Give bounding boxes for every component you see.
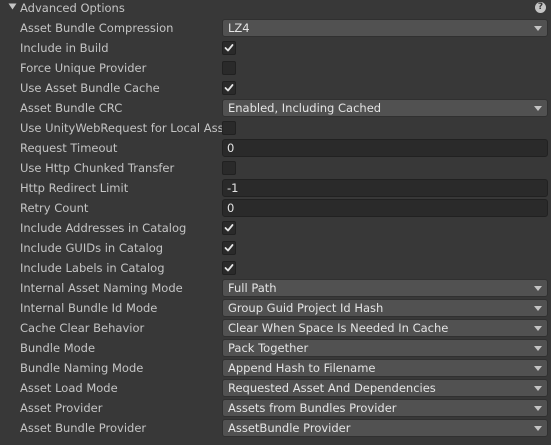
bundle-mode-dropdown[interactable]: Pack Together [222, 339, 548, 357]
setting-label: Bundle Naming Mode [20, 361, 144, 375]
section-title: Advanced Options [20, 1, 125, 15]
http-redirect-limit-field[interactable]: -1 [222, 179, 548, 197]
setting-row-bundle-mode: Bundle Mode Pack Together [0, 338, 551, 358]
setting-row-bundle-naming-mode: Bundle Naming Mode Append Hash to Filenam… [0, 358, 551, 378]
asset-bundle-crc-dropdown[interactable]: Enabled, Including Cached [222, 99, 548, 117]
setting-label: Include Addresses in Catalog [20, 221, 187, 235]
dropdown-value: Assets from Bundles Provider [228, 401, 397, 415]
chevron-down-icon [534, 406, 542, 411]
setting-row-force-unique-provider: Force Unique Provider [0, 58, 551, 78]
dropdown-value: Pack Together [228, 341, 309, 355]
setting-row-use-http-chunked-transfer: Use Http Chunked Transfer [0, 158, 551, 178]
advanced-options-foldout[interactable]: Advanced Options ? [0, 0, 551, 17]
dropdown-value: Append Hash to Filename [228, 361, 376, 375]
dropdown-value: LZ4 [228, 21, 250, 35]
dropdown-value: Enabled, Including Cached [228, 101, 382, 115]
setting-label: Include Labels in Catalog [20, 261, 165, 275]
setting-row-use-asset-bundle-cache: Use Asset Bundle Cache [0, 78, 551, 98]
checkmark-icon [224, 244, 234, 252]
chevron-down-icon [534, 306, 542, 311]
chevron-down-icon [534, 26, 542, 31]
setting-row-asset-bundle-crc: Asset Bundle CRC Enabled, Including Cache… [0, 98, 551, 118]
force-unique-provider-checkbox[interactable] [222, 61, 236, 75]
include-in-build-checkbox[interactable] [222, 41, 236, 55]
dropdown-value: Full Path [228, 281, 277, 295]
setting-label: Http Redirect Limit [20, 181, 129, 195]
setting-label: Internal Asset Naming Mode [20, 281, 183, 295]
setting-row-internal-asset-naming-mode: Internal Asset Naming Mode Full Path [0, 278, 551, 298]
setting-row-include-in-build: Include in Build [0, 38, 551, 58]
asset-bundle-provider-dropdown[interactable]: AssetBundle Provider [222, 419, 548, 437]
include-labels-in-catalog-checkbox[interactable] [222, 261, 236, 275]
internal-asset-naming-mode-dropdown[interactable]: Full Path [222, 279, 548, 297]
setting-row-asset-provider: Asset Provider Assets from Bundles Provid… [0, 398, 551, 418]
chevron-down-icon [534, 326, 542, 331]
setting-label: Asset Load Mode [20, 381, 118, 395]
setting-label: Internal Bundle Id Mode [20, 301, 158, 315]
asset-provider-dropdown[interactable]: Assets from Bundles Provider [222, 399, 548, 417]
setting-label: Asset Bundle Compression [20, 21, 174, 35]
dropdown-value: Group Guid Project Id Hash [228, 301, 384, 315]
dropdown-value: AssetBundle Provider [228, 421, 351, 435]
chevron-down-icon [534, 106, 542, 111]
bundle-naming-mode-dropdown[interactable]: Append Hash to Filename [222, 359, 548, 377]
setting-label: Asset Provider [20, 401, 103, 415]
field-value: 0 [227, 141, 235, 155]
setting-row-asset-bundle-compression: Asset Bundle Compression LZ4 [0, 18, 551, 38]
request-timeout-field[interactable]: 0 [222, 139, 548, 157]
setting-label: Request Timeout [20, 141, 118, 155]
setting-row-include-addresses-in-catalog: Include Addresses in Catalog [0, 218, 551, 238]
checkmark-icon [224, 264, 234, 272]
setting-label: Asset Bundle CRC [20, 101, 123, 115]
chevron-down-icon [534, 386, 542, 391]
setting-label: Cache Clear Behavior [20, 321, 145, 335]
field-value: -1 [227, 181, 239, 195]
setting-row-use-unitywebrequest-for-local-ass: Use UnityWebRequest for Local Ass [0, 118, 551, 138]
checkmark-icon [224, 84, 234, 92]
advanced-options-panel: Advanced Options ? Asset Bundle Compress… [0, 0, 551, 445]
internal-bundle-id-mode-dropdown[interactable]: Group Guid Project Id Hash [222, 299, 548, 317]
checkmark-icon [224, 224, 234, 232]
use-unitywebrequest-for-local-ass-checkbox[interactable] [222, 121, 236, 135]
use-http-chunked-transfer-checkbox[interactable] [222, 161, 236, 175]
include-guids-in-catalog-checkbox[interactable] [222, 241, 236, 255]
chevron-down-icon [534, 286, 542, 291]
setting-label: Use UnityWebRequest for Local Ass [20, 121, 222, 135]
include-addresses-in-catalog-checkbox[interactable] [222, 221, 236, 235]
setting-row-include-guids-in-catalog: Include GUIDs in Catalog [0, 238, 551, 258]
setting-row-http-redirect-limit: Http Redirect Limit -1 [0, 178, 551, 198]
checkmark-icon [224, 44, 234, 52]
asset-bundle-compression-dropdown[interactable]: LZ4 [222, 19, 548, 37]
field-value: 0 [227, 201, 235, 215]
help-icon[interactable]: ? [535, 2, 546, 13]
retry-count-field[interactable]: 0 [222, 199, 548, 217]
cache-clear-behavior-dropdown[interactable]: Clear When Space Is Needed In Cache [222, 319, 548, 337]
chevron-down-icon [534, 366, 542, 371]
setting-row-asset-bundle-provider: Asset Bundle Provider AssetBundle Provide… [0, 418, 551, 438]
setting-label: Retry Count [20, 201, 89, 215]
setting-label: Include in Build [20, 41, 109, 55]
setting-label: Bundle Mode [20, 341, 96, 355]
chevron-down-icon [534, 346, 542, 351]
setting-row-internal-bundle-id-mode: Internal Bundle Id Mode Group Guid Projec… [0, 298, 551, 318]
foldout-expanded-icon[interactable] [8, 2, 17, 11]
use-asset-bundle-cache-checkbox[interactable] [222, 81, 236, 95]
setting-row-retry-count: Retry Count 0 [0, 198, 551, 218]
dropdown-value: Clear When Space Is Needed In Cache [228, 321, 449, 335]
setting-row-asset-load-mode: Asset Load Mode Requested Asset And Depen… [0, 378, 551, 398]
asset-load-mode-dropdown[interactable]: Requested Asset And Dependencies [222, 379, 548, 397]
setting-row-cache-clear-behavior: Cache Clear Behavior Clear When Space Is … [0, 318, 551, 338]
dropdown-value: Requested Asset And Dependencies [228, 381, 436, 395]
setting-label: Use Http Chunked Transfer [20, 161, 175, 175]
setting-label: Asset Bundle Provider [20, 421, 147, 435]
setting-label: Force Unique Provider [20, 61, 147, 75]
setting-row-request-timeout: Request Timeout 0 [0, 138, 551, 158]
setting-row-include-labels-in-catalog: Include Labels in Catalog [0, 258, 551, 278]
setting-label: Use Asset Bundle Cache [20, 81, 160, 95]
setting-label: Include GUIDs in Catalog [20, 241, 164, 255]
chevron-down-icon [534, 426, 542, 431]
